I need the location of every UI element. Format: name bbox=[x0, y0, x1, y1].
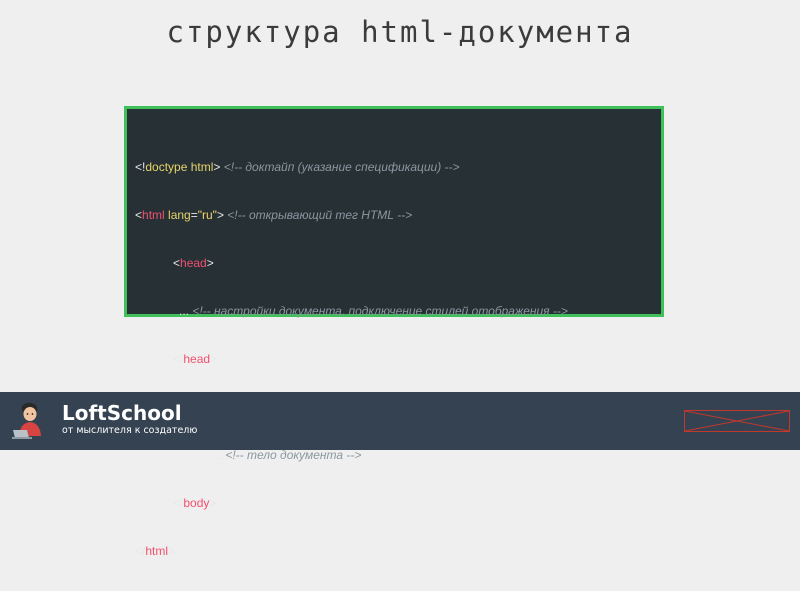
code-line-head-content: ... <!-- настройки документа, подключени… bbox=[135, 303, 568, 319]
code-line-head-open: <head> bbox=[135, 255, 568, 271]
code-tag: head bbox=[180, 256, 207, 270]
close-x-icon[interactable] bbox=[684, 410, 790, 432]
code-token: > bbox=[216, 208, 224, 222]
code-line-html-close: </html> bbox=[135, 543, 568, 559]
code-token: > bbox=[206, 256, 214, 270]
code-token: > bbox=[210, 352, 218, 366]
code-panel: <!doctype html > <!-- доктайп (указание с… bbox=[124, 106, 664, 558]
code-string: "ru" bbox=[197, 208, 217, 222]
code-block: <!doctype html > <!-- доктайп (указание с… bbox=[135, 127, 568, 591]
code-comment: <!-- тело документа --> bbox=[225, 448, 362, 462]
code-token: = bbox=[190, 208, 198, 222]
code-token: </ bbox=[173, 496, 184, 510]
code-comment: <!-- открывающий тег HTML --> bbox=[223, 208, 413, 222]
brand-tagline: от мыслителя к создателю bbox=[62, 425, 198, 436]
code-token: > bbox=[209, 496, 217, 510]
code-token: < bbox=[135, 208, 143, 222]
code-tag: html bbox=[145, 544, 169, 558]
slide-title: структура html-документа bbox=[166, 15, 634, 49]
code-tag: head bbox=[183, 352, 211, 366]
code-comment: <!-- настройки документа, подключение ст… bbox=[192, 304, 568, 318]
code-comment: <!-- доктайп (указание спецификации) --> bbox=[220, 160, 460, 174]
code-token: doctype html bbox=[145, 160, 214, 174]
brand-name: LoftSchool bbox=[62, 401, 182, 425]
code-token: </ bbox=[135, 544, 146, 558]
code-token: </ bbox=[173, 352, 184, 366]
person-at-laptop-icon bbox=[12, 402, 41, 439]
code-line-body-close: </body> bbox=[135, 495, 568, 511]
footer-bar: LoftSchool от мыслителя к создателю bbox=[0, 392, 800, 450]
code-tag: body bbox=[183, 496, 210, 510]
code-line-html-open: <html lang="ru"> <!-- открывающий тег HT… bbox=[135, 207, 568, 223]
code-attribute: lang bbox=[168, 208, 191, 222]
code-token: ... bbox=[212, 448, 226, 462]
code-token: > bbox=[168, 544, 176, 558]
code-token: ... bbox=[179, 304, 193, 318]
code-tag: html bbox=[142, 208, 165, 222]
code-token: < bbox=[173, 256, 181, 270]
code-line-doctype: <!doctype html> <!-- доктайп (указание с… bbox=[135, 159, 568, 175]
code-token: <! bbox=[135, 160, 146, 174]
code-line-head-close: </head> bbox=[135, 351, 568, 367]
